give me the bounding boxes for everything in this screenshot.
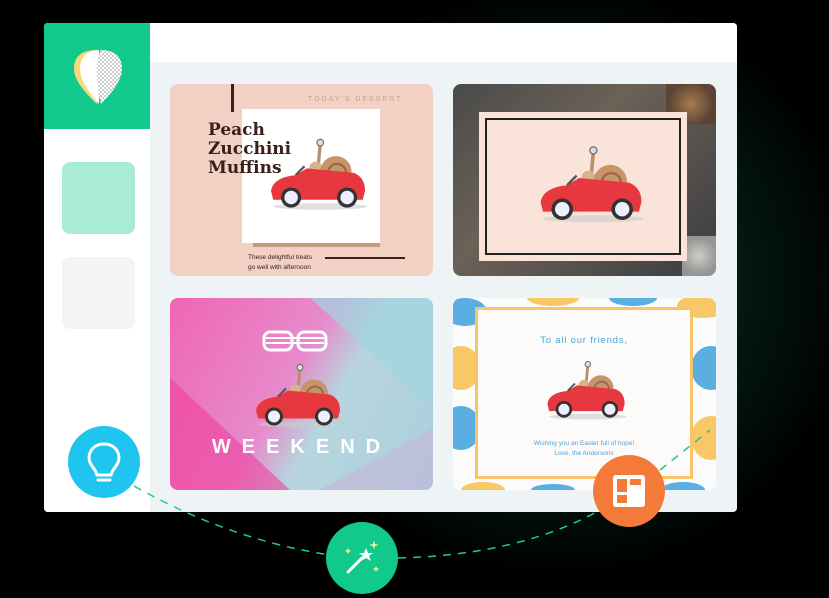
- ideas-button[interactable]: [68, 426, 140, 498]
- magic-button[interactable]: [326, 522, 398, 594]
- layout-button[interactable]: [593, 455, 665, 527]
- lightbulb-icon: [87, 442, 121, 482]
- magic-wand-icon: [345, 540, 379, 574]
- layout-icon: [613, 475, 645, 507]
- connector-path: [133, 429, 711, 559]
